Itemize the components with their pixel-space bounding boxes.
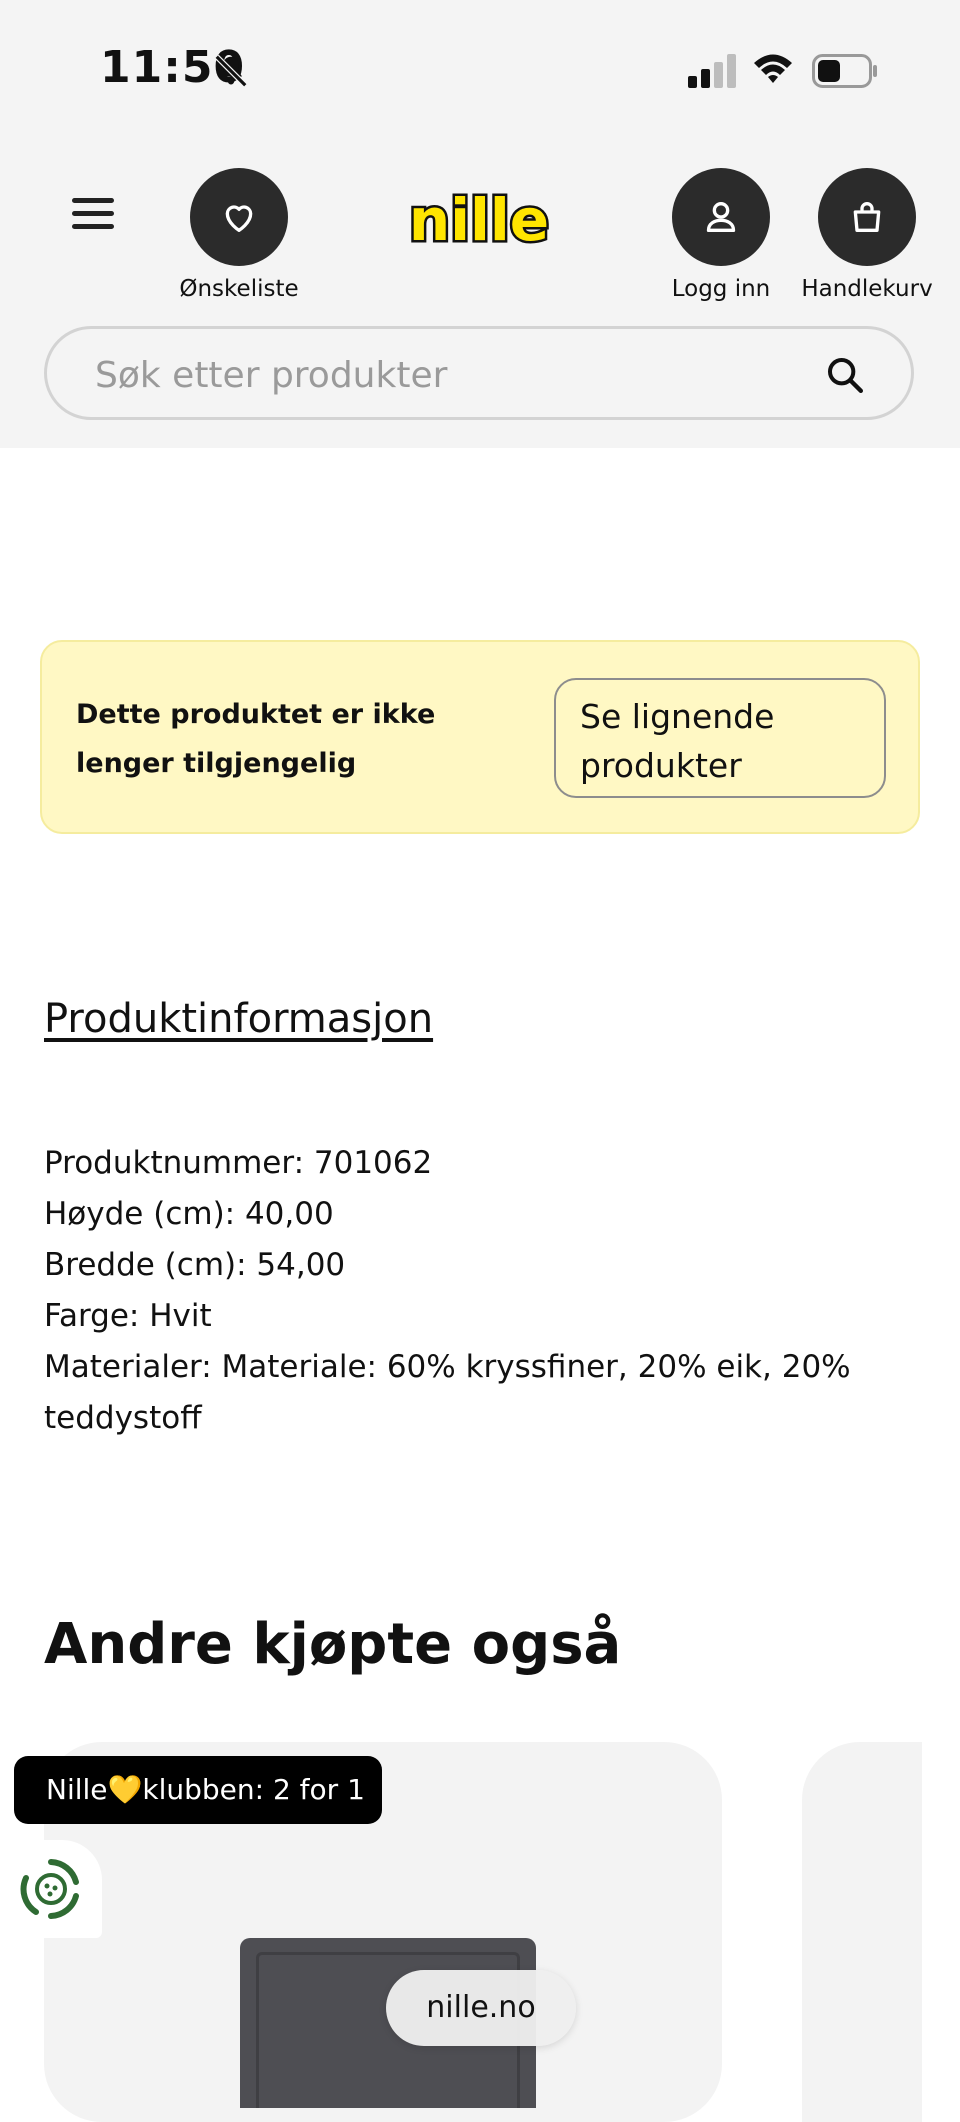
product-height: Høyde (cm): 40,00 bbox=[44, 1196, 334, 1232]
cart-button[interactable] bbox=[818, 168, 916, 266]
product-info-title[interactable]: Produktinformasjon bbox=[44, 996, 433, 1042]
product-color: Farge: Hvit bbox=[44, 1298, 212, 1334]
recycle-icon bbox=[20, 1859, 79, 1919]
wifi-icon bbox=[754, 54, 792, 83]
user-icon bbox=[706, 202, 736, 232]
product-info-list: Produktnummer: 701062 Høyde (cm): 40,00 … bbox=[44, 1138, 904, 1444]
svg-text:nille: nille bbox=[409, 186, 549, 254]
battery-icon bbox=[812, 54, 877, 88]
heart-icon bbox=[225, 205, 253, 232]
notice-text: Dette produktet er ikke lenger tilgjenge… bbox=[76, 699, 436, 779]
signal-icon bbox=[688, 54, 736, 88]
promo-badge: Nille💛klubben: 2 for 1 bbox=[14, 1756, 382, 1824]
top-header: 11:50 Ønskeliste nille Logg inn Handleku… bbox=[0, 0, 960, 448]
wishlist-button[interactable] bbox=[190, 168, 288, 266]
unavailable-notice: Dette produktet er ikke lenger tilgjenge… bbox=[40, 640, 920, 834]
shopping-bag-icon bbox=[853, 202, 881, 232]
product-materials: Materialer: Materiale: 60% kryssfiner, 2… bbox=[44, 1349, 851, 1436]
bell-slash-icon bbox=[214, 54, 248, 88]
login-button[interactable] bbox=[672, 168, 770, 266]
login-label[interactable]: Logg inn bbox=[641, 276, 801, 302]
recommendations-title: Andre kjøpte også bbox=[44, 1612, 622, 1677]
cart-label[interactable]: Handlekurv bbox=[787, 276, 947, 302]
wishlist-label[interactable]: Ønskeliste bbox=[159, 276, 319, 302]
recycle-badge[interactable] bbox=[0, 1840, 102, 1938]
similar-products-button[interactable]: Se lignende produkter bbox=[554, 678, 886, 798]
product-number: Produktnummer: 701062 bbox=[44, 1145, 433, 1181]
search-input[interactable]: Søk etter produkter bbox=[44, 326, 914, 420]
search-placeholder: Søk etter produkter bbox=[95, 355, 448, 396]
product-width: Bredde (cm): 54,00 bbox=[44, 1247, 346, 1283]
menu-button[interactable] bbox=[72, 198, 114, 232]
product-card-next[interactable] bbox=[802, 1742, 922, 2122]
nille-logo[interactable]: nille bbox=[404, 182, 554, 260]
search-icon[interactable] bbox=[825, 355, 865, 395]
browser-url-pill[interactable]: nille.no bbox=[386, 1970, 576, 2046]
menu-icon bbox=[72, 198, 114, 203]
